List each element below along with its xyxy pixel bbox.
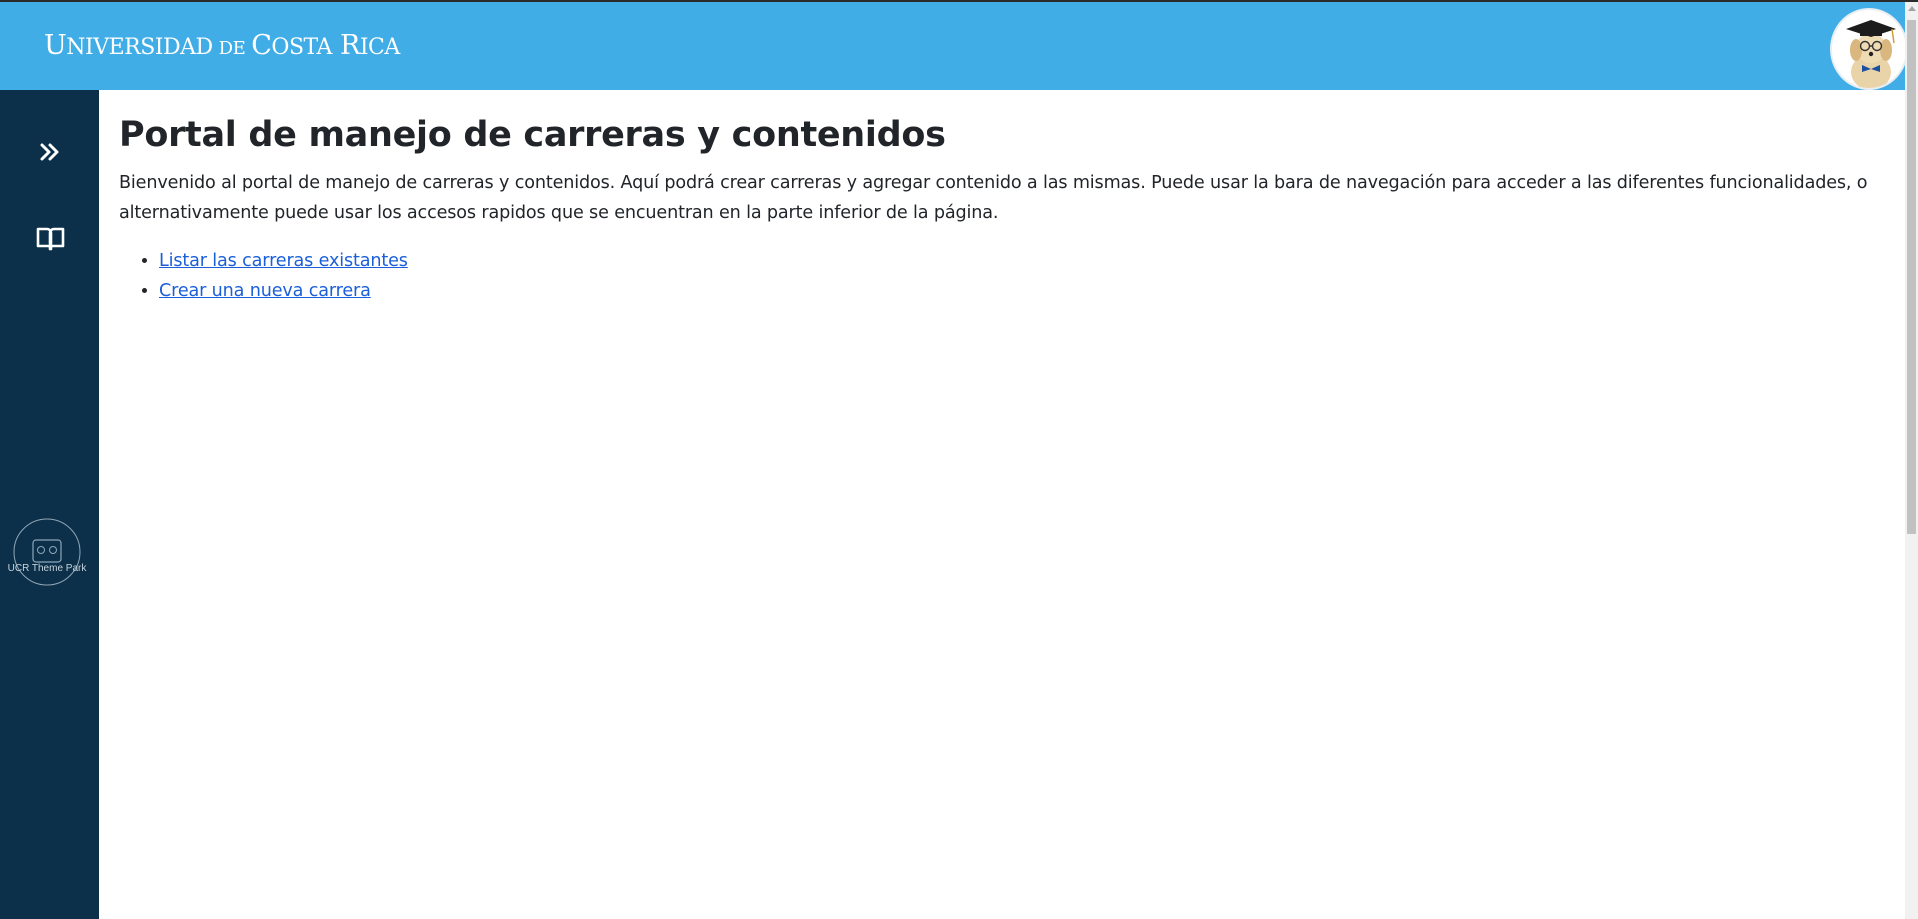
list-item: Crear una nueva carrera bbox=[159, 276, 1885, 306]
page-title: Portal de manejo de carreras y contenido… bbox=[119, 115, 946, 155]
scrollbar-thumb[interactable] bbox=[1907, 20, 1916, 534]
graduate-dog-avatar-icon bbox=[1846, 20, 1896, 88]
brand-word: DE bbox=[218, 38, 246, 59]
quick-links-list: Listar las carreras existantes Crear una… bbox=[119, 246, 1885, 306]
open-book-icon bbox=[36, 227, 65, 251]
site-header: UNIVERSIDAD DE COSTA RICA bbox=[0, 2, 1908, 90]
create-career-link[interactable]: Crear una nueva carrera bbox=[159, 281, 371, 301]
list-careers-link[interactable]: Listar las carreras existantes bbox=[159, 251, 408, 271]
brand-word: ICA bbox=[359, 35, 400, 60]
brand-word: OSTA bbox=[271, 35, 332, 60]
park-logo-text: UCR Theme Park bbox=[8, 563, 88, 574]
main-content: Portal de manejo de carreras y contenido… bbox=[99, 90, 1905, 919]
university-logo[interactable]: UNIVERSIDAD DE COSTA RICA bbox=[44, 30, 400, 61]
scroll-up-icon[interactable] bbox=[1908, 6, 1916, 11]
list-item: Listar las carreras existantes bbox=[159, 246, 1885, 276]
sidebar: UCR Theme Park bbox=[0, 90, 99, 919]
ucr-theme-park-logo: UCR Theme Park bbox=[6, 518, 92, 592]
chevrons-right-icon bbox=[40, 143, 59, 161]
brand-letter: R bbox=[339, 30, 360, 61]
intro-paragraph: Bienvenido al portal de manejo de carrer… bbox=[119, 173, 1868, 223]
user-avatar[interactable] bbox=[1830, 8, 1908, 90]
vertical-scrollbar[interactable] bbox=[1905, 2, 1918, 919]
sidebar-item-careers[interactable] bbox=[30, 218, 70, 258]
brand-letter: U bbox=[44, 30, 67, 61]
brand-letter: C bbox=[251, 30, 272, 61]
brand-word: NIVERSIDAD bbox=[66, 35, 213, 60]
expand-sidebar-button[interactable] bbox=[30, 132, 70, 172]
